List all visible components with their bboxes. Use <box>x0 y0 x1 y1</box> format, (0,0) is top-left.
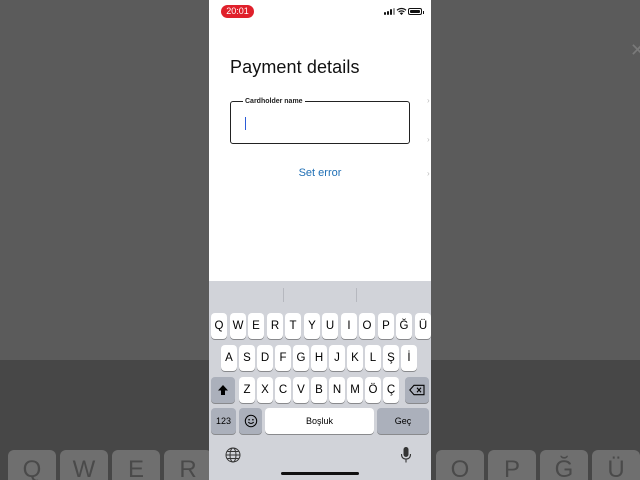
backspace-icon <box>409 384 425 396</box>
key-y[interactable]: Y <box>304 313 320 339</box>
key-j[interactable]: J <box>329 345 345 371</box>
key-q[interactable]: Q <box>211 313 227 339</box>
set-error-button[interactable]: Set error <box>209 167 431 179</box>
edge-chevron-icon: › <box>427 135 430 144</box>
background-key: R <box>164 450 212 480</box>
status-bar: 20:01 <box>209 0 431 22</box>
cellular-signal-icon <box>384 8 395 15</box>
key-s-cedilla[interactable]: Ş <box>383 345 399 371</box>
cardholder-name-input[interactable] <box>244 115 394 131</box>
status-time: 20:01 <box>221 5 254 18</box>
edge-chevron-icon: › <box>427 96 430 105</box>
text-caret <box>245 117 246 130</box>
key-i[interactable]: I <box>341 313 357 339</box>
key-d[interactable]: D <box>257 345 273 371</box>
suggestion-divider <box>283 288 284 302</box>
return-key[interactable]: Geç <box>377 408 429 434</box>
page-title: Payment details <box>230 57 360 77</box>
background-key: W <box>60 450 108 480</box>
key-g-breve[interactable]: Ğ <box>396 313 412 339</box>
key-u[interactable]: U <box>322 313 338 339</box>
key-e[interactable]: E <box>248 313 264 339</box>
suggestion-divider <box>356 288 357 302</box>
key-k[interactable]: K <box>347 345 363 371</box>
key-o[interactable]: O <box>359 313 375 339</box>
key-z[interactable]: Z <box>239 377 255 403</box>
edge-chevron-icon: › <box>427 169 430 178</box>
space-key[interactable]: Boşluk <box>265 408 374 434</box>
key-b[interactable]: B <box>311 377 327 403</box>
key-u-umlaut[interactable]: Ü <box>415 313 431 339</box>
key-x[interactable]: X <box>257 377 273 403</box>
key-v[interactable]: V <box>293 377 309 403</box>
key-s[interactable]: S <box>239 345 255 371</box>
key-w[interactable]: W <box>230 313 246 339</box>
background-key: P <box>488 450 536 480</box>
backspace-key[interactable] <box>405 377 429 403</box>
key-n[interactable]: N <box>329 377 345 403</box>
background-key: Q <box>8 450 56 480</box>
key-a[interactable]: A <box>221 345 237 371</box>
background-close-icon: ✕ <box>630 40 640 60</box>
background-key: Ğ <box>540 450 588 480</box>
emoji-icon <box>244 414 257 428</box>
key-h[interactable]: H <box>311 345 327 371</box>
wifi-icon <box>396 7 407 15</box>
background-key: Ü <box>592 450 640 480</box>
key-m[interactable]: M <box>347 377 363 403</box>
suggestion-bar <box>209 281 431 308</box>
key-r[interactable]: R <box>267 313 283 339</box>
shift-icon <box>218 385 228 395</box>
phone-screen: 20:01 Payment details Cardholder name Se… <box>209 0 431 480</box>
battery-icon <box>408 8 424 15</box>
cardholder-name-label: Cardholder name <box>243 97 305 106</box>
key-l[interactable]: L <box>365 345 381 371</box>
key-o-umlaut[interactable]: Ö <box>365 377 381 403</box>
key-f[interactable]: F <box>275 345 291 371</box>
globe-icon[interactable] <box>225 447 241 463</box>
key-g[interactable]: G <box>293 345 309 371</box>
key-c[interactable]: C <box>275 377 291 403</box>
background-key: O <box>436 450 484 480</box>
numbers-key[interactable]: 123 <box>211 408 236 434</box>
on-screen-keyboard: Q W E R T Y U I O P Ğ Ü A S D F G H J K … <box>209 281 431 480</box>
key-c-cedilla[interactable]: Ç <box>383 377 399 403</box>
key-t[interactable]: T <box>285 313 301 339</box>
emoji-key[interactable] <box>239 408 262 434</box>
key-i-dotted[interactable]: İ <box>401 345 417 371</box>
shift-key[interactable] <box>211 377 235 403</box>
microphone-icon[interactable] <box>400 446 412 464</box>
home-indicator <box>281 472 359 475</box>
key-p[interactable]: P <box>378 313 394 339</box>
cardholder-name-field[interactable]: Cardholder name <box>230 97 410 144</box>
background-key: E <box>112 450 160 480</box>
